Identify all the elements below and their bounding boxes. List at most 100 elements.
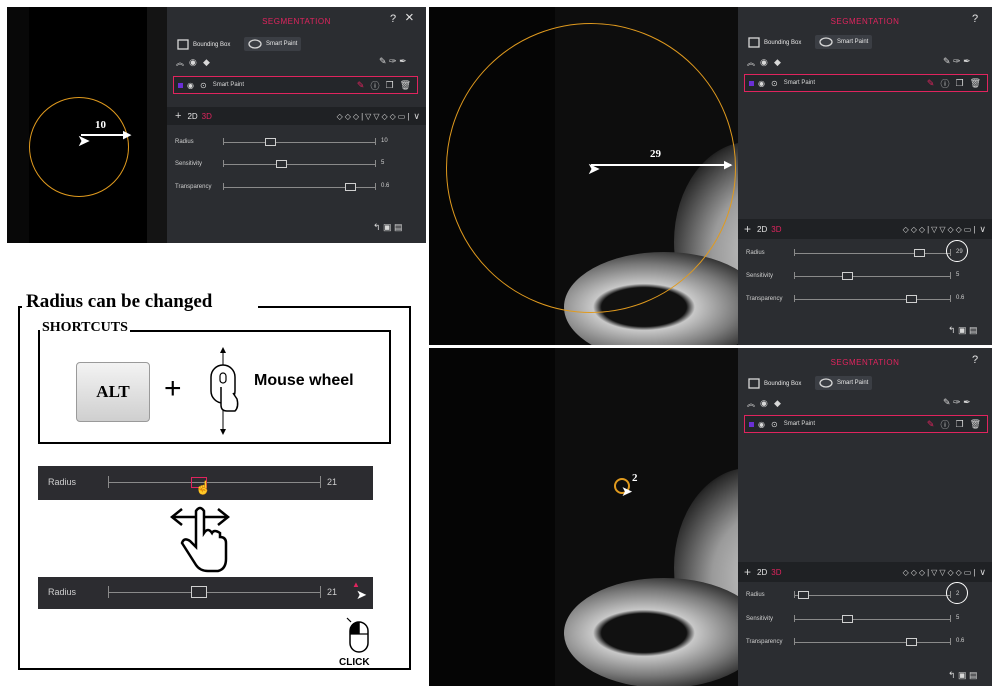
sensitivity-thumb[interactable] xyxy=(842,272,853,280)
radius-thumb[interactable] xyxy=(265,138,276,146)
transparency-slider[interactable]: Transparency 0.6 xyxy=(746,293,986,305)
copy-icon[interactable]: ❐ xyxy=(955,419,963,430)
add-icon[interactable]: + xyxy=(175,110,181,122)
transparency-thumb[interactable] xyxy=(906,638,917,646)
help-icon[interactable]: ? xyxy=(972,13,978,25)
sensitivity-label: Sensitivity xyxy=(746,616,774,622)
transparency-thumb[interactable] xyxy=(906,295,917,303)
segment-eye-icon[interactable]: ◉ xyxy=(187,81,194,90)
radius-slider[interactable]: Radius 10 xyxy=(175,137,420,147)
segment-tools-icon[interactable]: ✎ ✑ ✒ xyxy=(379,56,407,67)
sensitivity-slider[interactable]: Sensitivity 5 xyxy=(175,159,420,169)
brush-toolbar: + 2D 3D ◇◇◇|▽▽◇◇▭| ∨ xyxy=(167,107,426,125)
smart-paint-button[interactable]: Smart Paint xyxy=(815,35,873,49)
brush-tools-icon[interactable]: ◇◇◇|▽▽◇◇▭| xyxy=(903,568,978,577)
help-icon[interactable]: ? xyxy=(390,13,396,25)
smart-paint-button[interactable]: Smart Paint xyxy=(244,37,302,51)
segment-color xyxy=(749,421,754,427)
mode-2d[interactable]: 2D xyxy=(757,225,767,234)
segmentation-panel: SEGMENTATION ? Bounding Box Smart Paint … xyxy=(738,7,992,345)
radius-bar-thumb[interactable] xyxy=(191,586,207,598)
collapse-icon[interactable]: ︽ xyxy=(176,57,184,68)
eye-icon[interactable]: ◉ xyxy=(760,57,768,68)
segment-row[interactable]: ◉ ⊙ Smart Paint ✎ ⓘ ❐ 🗑 xyxy=(173,76,418,94)
sensitivity-slider[interactable]: Sensitivity 5 xyxy=(746,270,986,282)
radius-thumb[interactable] xyxy=(798,591,809,599)
copy-icon[interactable]: ❐ xyxy=(385,80,393,91)
chevron-down-icon[interactable]: ∨ xyxy=(979,567,986,578)
eye-icon[interactable]: ◉ xyxy=(189,57,197,68)
info-icon[interactable]: ⓘ xyxy=(940,418,949,431)
transparency-thumb[interactable] xyxy=(345,183,356,191)
brain-scan-lower xyxy=(564,578,764,686)
segment-tools-icon[interactable]: ✎ ✑ ✒ xyxy=(943,56,971,67)
radius-bar-drag[interactable]: Radius ☝ 21 xyxy=(38,466,373,500)
add-icon[interactable]: + xyxy=(744,565,751,579)
undo-save-icons[interactable]: ↰ ▣ ▤ xyxy=(948,325,978,336)
help-icon[interactable]: ? xyxy=(972,354,978,366)
chevron-down-icon[interactable]: ∨ xyxy=(413,111,420,122)
undo-save-icons[interactable]: ↰ ▣ ▤ xyxy=(948,670,978,681)
edit-icon[interactable]: ✎ xyxy=(927,419,935,430)
mode-3d[interactable]: 3D xyxy=(771,225,781,234)
sensitivity-value: 5 xyxy=(381,160,385,166)
radius-slider[interactable]: Radius 2 xyxy=(746,582,986,604)
edit-icon[interactable]: ✎ xyxy=(357,80,365,91)
sensitivity-thumb[interactable] xyxy=(276,160,287,168)
collapse-icon[interactable]: ︽ xyxy=(747,57,755,68)
eye-icon[interactable]: ◉ xyxy=(760,398,768,409)
segment-row[interactable]: ◉ ⊙ Smart Paint ✎ ⓘ ❐ 🗑 xyxy=(744,74,988,92)
layers-icon[interactable]: ◆ xyxy=(774,398,781,409)
radius-bar-label: Radius xyxy=(48,587,77,597)
transparency-value: 0.6 xyxy=(956,295,965,301)
delete-icon[interactable]: 🗑 xyxy=(400,80,411,91)
radius-bar-click[interactable]: Radius 21 ▲ ➤ xyxy=(38,577,373,609)
transparency-slider[interactable]: Transparency 0.6 xyxy=(175,182,420,192)
segment-eye-icon[interactable]: ◉ xyxy=(758,420,765,429)
transparency-slider[interactable]: Transparency 0.6 xyxy=(746,636,986,648)
delete-icon[interactable]: 🗑 xyxy=(970,78,981,89)
delete-icon[interactable]: 🗑 xyxy=(970,419,981,430)
add-icon[interactable]: + xyxy=(744,222,751,236)
mode-2d[interactable]: 2D xyxy=(757,568,767,577)
bounding-box-button[interactable]: Bounding Box xyxy=(173,37,234,52)
info-icon[interactable]: ⓘ xyxy=(370,79,379,92)
copy-icon[interactable]: ❐ xyxy=(955,78,963,89)
close-icon[interactable]: × xyxy=(405,9,414,26)
sensitivity-thumb[interactable] xyxy=(842,615,853,623)
segment-location-icon[interactable]: ⊙ xyxy=(200,81,207,90)
bounding-box-button[interactable]: Bounding Box xyxy=(744,35,805,50)
chevron-down-icon[interactable]: ∨ xyxy=(979,224,986,235)
segment-location-icon[interactable]: ⊙ xyxy=(771,420,778,429)
segment-row[interactable]: ◉ ⊙ Smart Paint ✎ ⓘ ❐ 🗑 xyxy=(744,415,988,433)
smart-paint-label: Smart Paint xyxy=(837,380,869,386)
panel-title: SEGMENTATION xyxy=(830,358,900,367)
radius-label: Radius xyxy=(746,592,765,598)
segment-eye-icon[interactable]: ◉ xyxy=(758,79,765,88)
mode-2d[interactable]: 2D xyxy=(187,112,197,121)
smart-paint-icon xyxy=(819,378,833,388)
panel-title: SEGMENTATION xyxy=(830,17,900,26)
shortcuts-label: SHORTCUTS xyxy=(40,320,130,336)
mode-3d[interactable]: 3D xyxy=(202,112,212,121)
mode-3d[interactable]: 3D xyxy=(771,568,781,577)
edit-icon[interactable]: ✎ xyxy=(927,78,935,89)
bounding-box-button[interactable]: Bounding Box xyxy=(744,376,805,391)
collapse-icon[interactable]: ︽ xyxy=(747,398,755,409)
layers-icon[interactable]: ◆ xyxy=(774,57,781,68)
screenshot-radius-29: ➤ ▶ 29 SEGMENTATION ? Bounding Box Smart… xyxy=(429,7,992,345)
segment-location-icon[interactable]: ⊙ xyxy=(771,79,778,88)
brush-tools-icon[interactable]: ◇◇◇|▽▽◇◇▭| xyxy=(903,225,978,234)
radius-thumb[interactable] xyxy=(914,249,925,257)
sensitivity-slider[interactable]: Sensitivity 5 xyxy=(746,613,986,625)
smart-paint-button[interactable]: Smart Paint xyxy=(815,376,873,390)
click-mouse-icon xyxy=(346,616,372,661)
info-icon[interactable]: ⓘ xyxy=(940,77,949,90)
radius-slider[interactable]: Radius 29 xyxy=(746,240,986,262)
smart-paint-label: Smart Paint xyxy=(266,41,298,47)
layers-icon[interactable]: ◆ xyxy=(203,57,210,68)
brush-tools-icon[interactable]: ◇◇◇|▽▽◇◇▭| xyxy=(337,112,412,121)
segment-tools-icon[interactable]: ✎ ✑ ✒ xyxy=(943,397,971,408)
undo-save-icons[interactable]: ↰ ▣ ▤ xyxy=(373,222,403,233)
pointer-cursor-icon: ➤ xyxy=(356,587,367,602)
